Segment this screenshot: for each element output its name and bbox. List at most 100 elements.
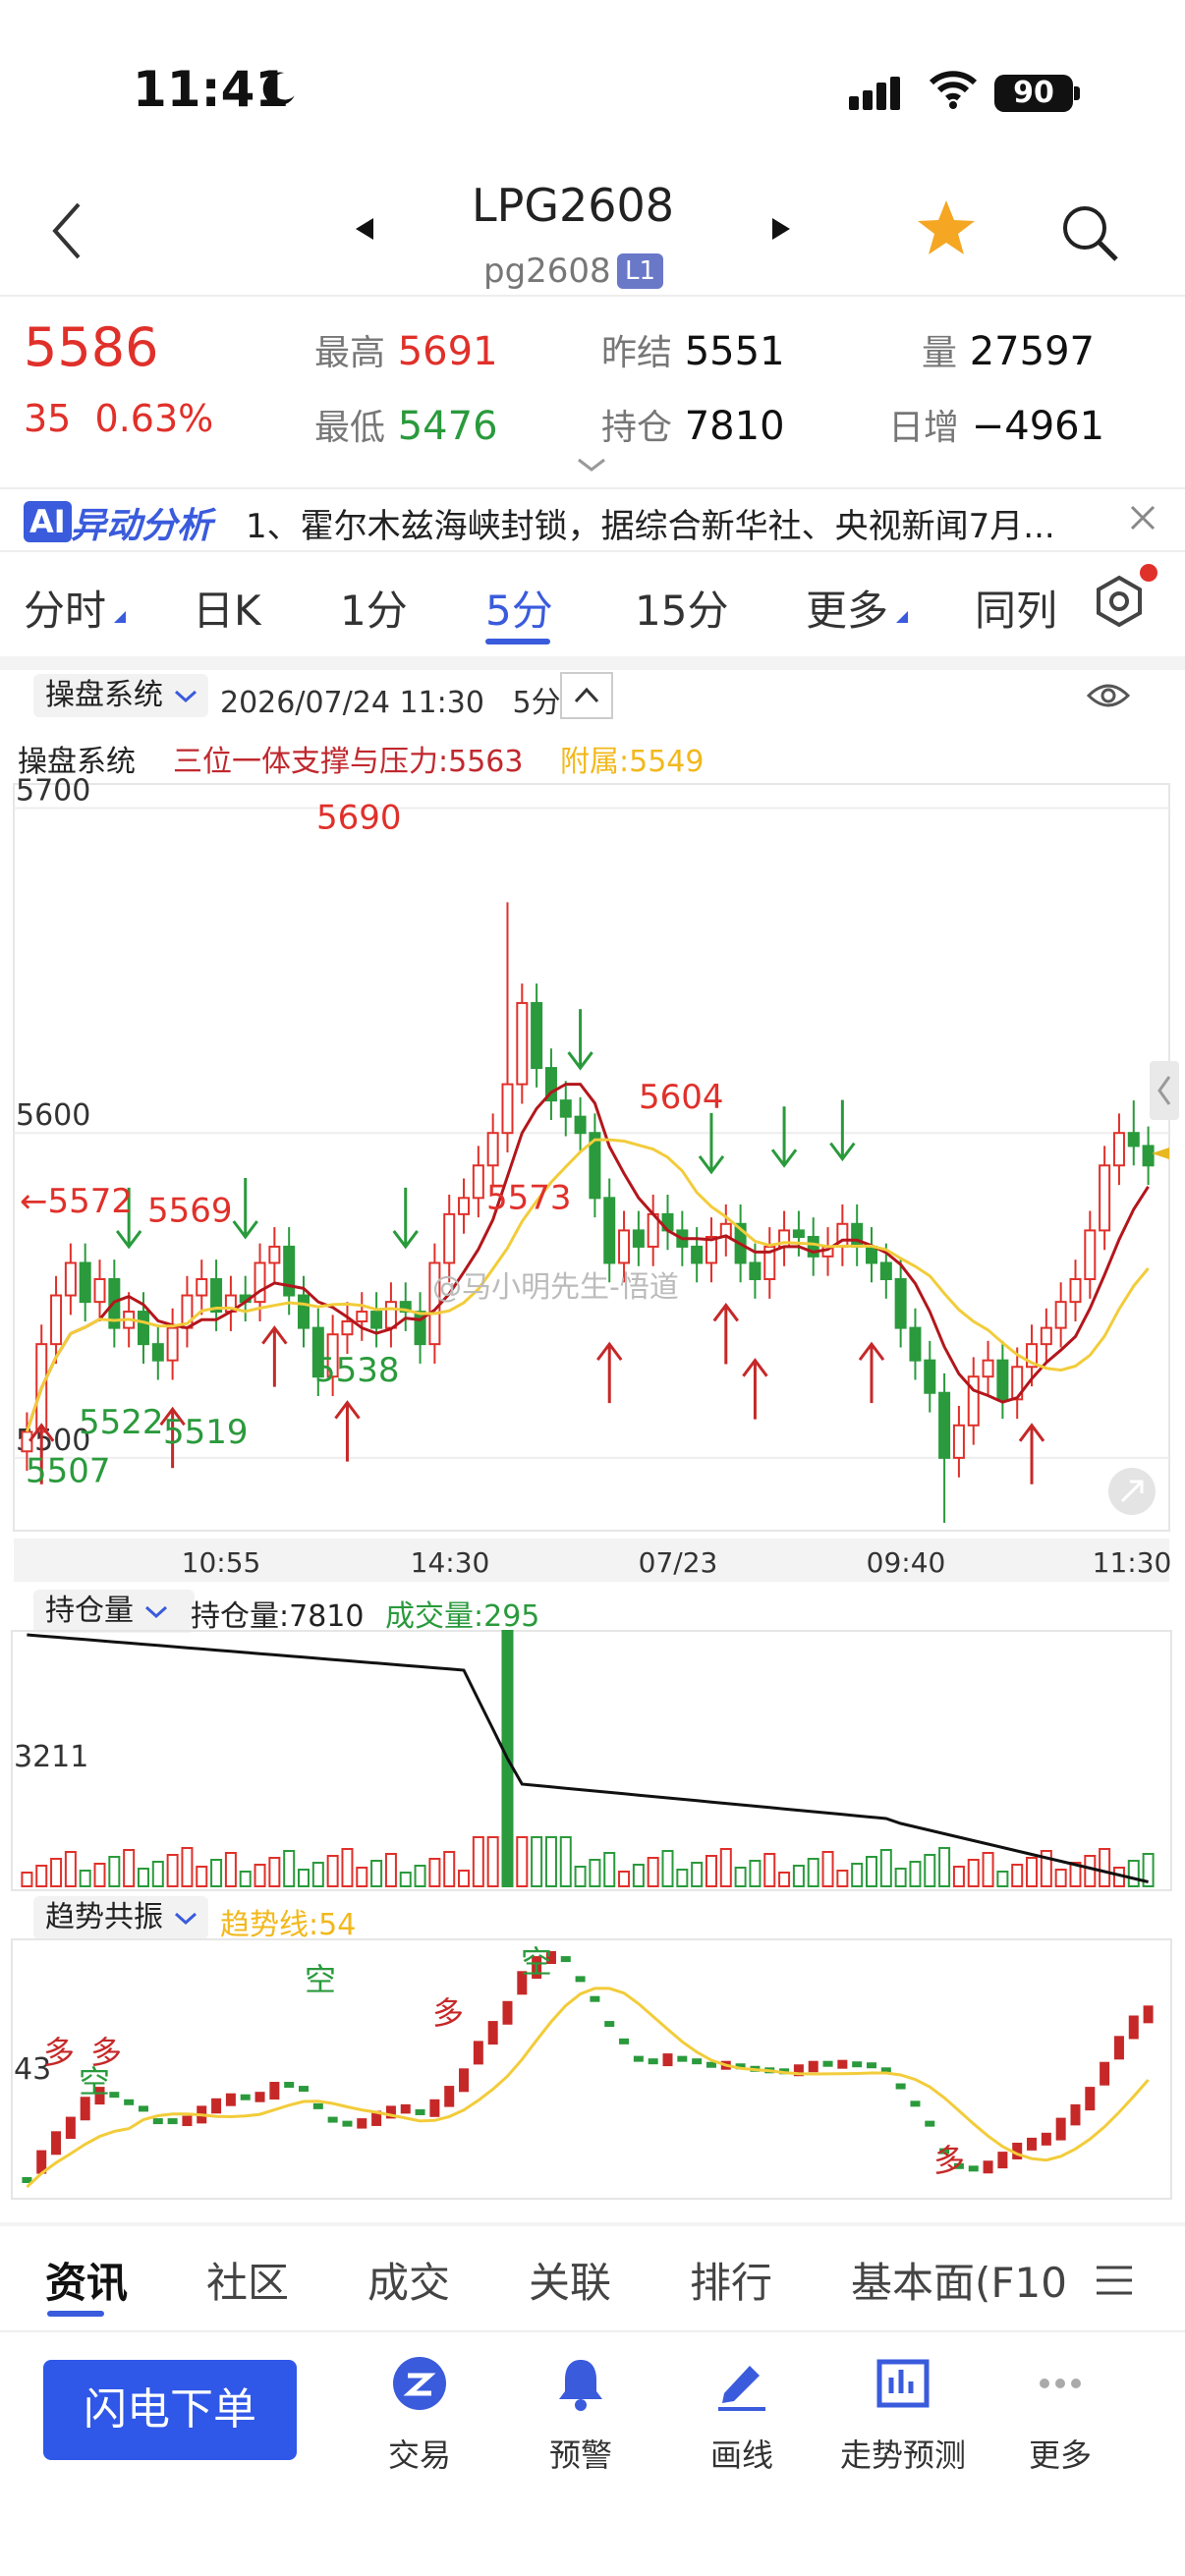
divider (0, 656, 1185, 670)
buy-arrow (742, 1358, 768, 1420)
more-action[interactable]: 更多 (987, 2354, 1134, 2476)
trend-bar (357, 2118, 367, 2129)
tab-fenshi[interactable]: 分时 (24, 578, 106, 638)
system-select[interactable]: 操盘系统 (33, 674, 208, 717)
trend-select[interactable]: 趋势共振 (33, 1896, 208, 1939)
sell-arrow (392, 1187, 419, 1250)
price-annotation: 5573 (486, 1178, 572, 1217)
sell-arrow (567, 1009, 593, 1071)
trend-bar (575, 1976, 586, 1983)
trend-select-label: 趋势共振 (45, 1900, 163, 1934)
candle (866, 1227, 877, 1283)
trend-bar (560, 1956, 571, 1963)
candle (589, 1113, 601, 1218)
tab-tonglie[interactable]: 同列 (975, 578, 1057, 638)
x-tick-label: 11:30 (1093, 1546, 1172, 1579)
alert-label: 预警 (548, 2436, 612, 2474)
trend-bar (269, 2082, 280, 2100)
main-candle-chart[interactable]: 570056005500 5690←5572 5569 55735604550755… (0, 776, 1185, 1592)
trend-bar (590, 1995, 600, 2002)
trend-bar (254, 2092, 265, 2102)
tab-trades[interactable]: 成交 (367, 2250, 450, 2310)
trend-chart[interactable]: 43 多多空空多空多 (0, 1935, 1185, 2201)
news-title[interactable]: 异动分析 (71, 497, 212, 548)
settings-hex-icon[interactable] (1093, 574, 1146, 629)
candle (501, 902, 514, 1153)
volume-bar (778, 1872, 791, 1887)
chart-datetime: 2026/07/24 11:30 5分 (220, 678, 561, 721)
search-icon[interactable] (1057, 200, 1122, 265)
close-icon[interactable] (1128, 503, 1157, 532)
volume-bar (151, 1861, 164, 1887)
more-label: 更多 (1028, 2436, 1092, 2474)
candle (516, 983, 529, 1104)
oi-volume-chart[interactable]: 3211 (0, 1627, 1185, 1892)
tab-5min[interactable]: 5分 (485, 578, 553, 638)
eye-icon[interactable] (1085, 678, 1132, 713)
fullscreen-icon[interactable] (1108, 1468, 1156, 1515)
volume-bar (181, 1847, 194, 1887)
candle (196, 1260, 208, 1316)
menu-icon[interactable] (1095, 2264, 1134, 2297)
candle (1099, 1146, 1111, 1251)
side-handle[interactable] (1150, 1061, 1179, 1120)
tab-15min[interactable]: 15分 (635, 578, 728, 638)
tab-daily-k[interactable]: 日K (193, 578, 261, 638)
sell-arrow (770, 1106, 798, 1168)
back-icon[interactable] (45, 196, 94, 265)
prev-symbol-icon[interactable] (356, 218, 373, 240)
volume-bar (1011, 1864, 1024, 1887)
trend-bar (619, 2038, 630, 2044)
trend-bar (124, 2099, 135, 2105)
active-bottom-tab-indicator (47, 2311, 104, 2317)
volume-bar (676, 1869, 689, 1887)
candle (938, 1372, 951, 1523)
trend-bar (65, 2116, 76, 2140)
flash-order-button[interactable]: 闪电下单 (43, 2360, 297, 2460)
volume-bar (967, 1859, 980, 1887)
chevron-down-icon[interactable] (575, 456, 608, 474)
trend-bar (968, 2165, 979, 2172)
main-y-ticks: 570056005500 (16, 776, 90, 1458)
candle (952, 1405, 965, 1478)
tab-more[interactable]: 更多 (806, 578, 888, 638)
trend-line (26, 1987, 1150, 2189)
candle (807, 1217, 819, 1276)
prev-settle-value: 5551 (684, 329, 785, 374)
sell-arrow (829, 1099, 856, 1162)
trend-bar (444, 2086, 455, 2107)
trend-bar (400, 2103, 411, 2114)
trend-bar (1055, 2117, 1066, 2141)
tab-1min[interactable]: 1分 (340, 578, 408, 638)
volume-bar (589, 1859, 601, 1887)
tab-related[interactable]: 关联 (529, 2250, 611, 2310)
candle (705, 1217, 717, 1283)
tab-news[interactable]: 资讯 (45, 2250, 128, 2310)
volume-bar (1099, 1848, 1111, 1887)
next-symbol-icon[interactable] (772, 218, 790, 240)
volume-bar (79, 1870, 91, 1887)
tab-community[interactable]: 社区 (206, 2250, 289, 2310)
volume-bar (792, 1865, 805, 1887)
star-icon[interactable] (914, 196, 979, 261)
high-field: 最高 5691 (314, 324, 498, 375)
trend-bar (677, 2055, 688, 2062)
predict-action[interactable]: 走势预测 (829, 2354, 977, 2476)
tab-fundamentals[interactable]: 基本面(F10 (851, 2250, 1067, 2310)
volume-bar (879, 1849, 892, 1887)
volume-bar (909, 1861, 922, 1887)
trend-bar (895, 2083, 906, 2090)
volume-bar (137, 1868, 149, 1887)
trend-bar (1113, 2036, 1124, 2060)
trend-bar (51, 2131, 62, 2156)
collapse-button[interactable] (560, 672, 613, 719)
draw-action[interactable]: 画线 (668, 2354, 816, 2476)
oi-field: 持仓 7810 (601, 399, 785, 450)
candle (341, 1302, 354, 1355)
candle (559, 1081, 572, 1137)
trade-action[interactable]: 交易 (346, 2354, 493, 2476)
trend-bar (473, 2041, 483, 2065)
news-text[interactable]: 1、霍尔木兹海峡封锁，据综合新华社、央视新闻7月... (246, 499, 1100, 547)
alert-action[interactable]: 预警 (507, 2354, 654, 2476)
tab-ranking[interactable]: 排行 (690, 2250, 772, 2310)
